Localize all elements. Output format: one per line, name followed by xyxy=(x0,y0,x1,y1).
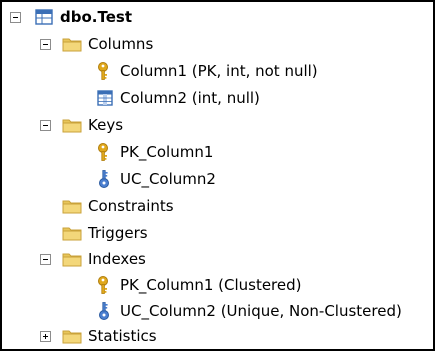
tree-node-index[interactable]: UC_Column2 (Unique, Non-Clustered) xyxy=(2,300,433,322)
folder-icon xyxy=(62,227,82,241)
tree-node-column[interactable]: Column2 (int, null) xyxy=(2,87,433,109)
tree-node-label: Column2 (int, null) xyxy=(120,89,260,107)
tree-node-columns-folder[interactable]: Columns xyxy=(2,33,433,55)
unique-key-icon xyxy=(99,170,109,188)
primary-key-icon xyxy=(98,276,108,294)
folder-icon xyxy=(62,200,82,214)
tree-node-label: PK_Column1 xyxy=(120,143,214,161)
tree-node-label: Columns xyxy=(88,35,154,53)
tree-node-keys-folder[interactable]: Keys xyxy=(2,114,433,136)
tree-node-table[interactable]: dbo.Test xyxy=(2,6,433,28)
tree-node-constraints-folder[interactable]: Constraints xyxy=(2,195,433,217)
folder-icon xyxy=(62,253,82,267)
tree-node-label: UC_Column2 xyxy=(120,170,216,188)
collapse-toggle[interactable] xyxy=(40,254,51,265)
tree-node-label: Constraints xyxy=(88,197,174,215)
tree-node-statistics-folder[interactable]: Statistics xyxy=(2,325,433,347)
unique-key-icon xyxy=(99,302,109,320)
folder-icon xyxy=(62,119,82,133)
tree-node-label: Triggers xyxy=(88,224,148,242)
tree-node-key[interactable]: PK_Column1 xyxy=(2,141,433,163)
tree-node-label: PK_Column1 (Clustered) xyxy=(120,276,302,294)
collapse-toggle[interactable] xyxy=(40,39,51,50)
tree-node-label: Column1 (PK, int, not null) xyxy=(120,62,318,80)
tree-node-triggers-folder[interactable]: Triggers xyxy=(2,222,433,244)
column-icon xyxy=(97,90,113,106)
collapse-toggle[interactable] xyxy=(40,120,51,131)
tree-node-label: Indexes xyxy=(88,250,146,268)
folder-icon xyxy=(62,330,82,344)
tree-node-label: dbo.Test xyxy=(60,8,132,26)
tree-node-column[interactable]: Column1 (PK, int, not null) xyxy=(2,60,433,82)
tree-node-label: Statistics xyxy=(88,327,157,345)
object-explorer-panel: dbo.Test Columns Column1 (PK, int, not n… xyxy=(0,0,435,351)
folder-icon xyxy=(62,38,82,52)
object-explorer-tree: dbo.Test Columns Column1 (PK, int, not n… xyxy=(2,2,433,349)
tree-node-indexes-folder[interactable]: Indexes xyxy=(2,248,433,270)
primary-key-icon xyxy=(98,62,108,80)
expand-toggle[interactable] xyxy=(40,331,51,342)
tree-node-label: UC_Column2 (Unique, Non-Clustered) xyxy=(120,302,402,320)
tree-node-label: Keys xyxy=(88,116,124,134)
table-icon xyxy=(35,9,53,25)
tree-node-key[interactable]: UC_Column2 xyxy=(2,168,433,190)
primary-key-icon xyxy=(98,143,108,161)
collapse-toggle[interactable] xyxy=(10,12,21,23)
tree-node-index[interactable]: PK_Column1 (Clustered) xyxy=(2,274,433,296)
